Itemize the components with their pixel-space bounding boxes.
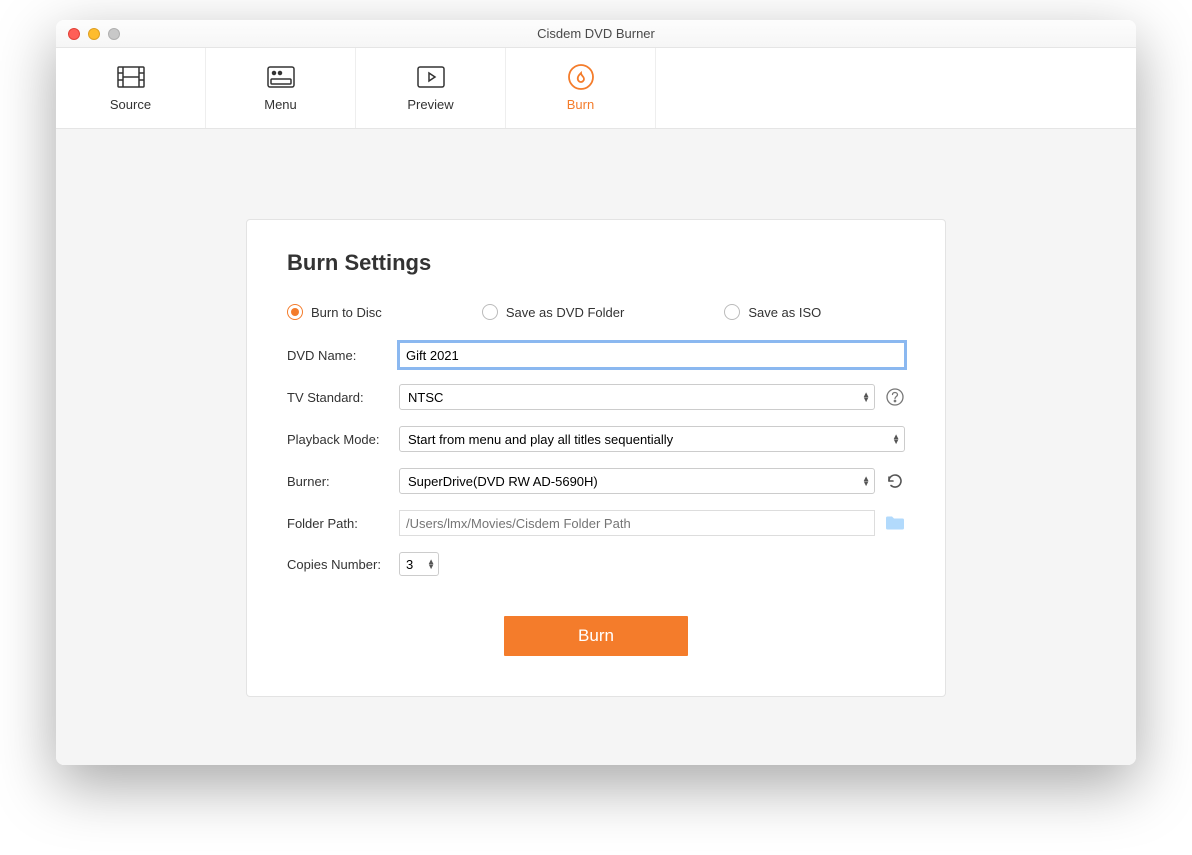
radio-label: Save as DVD Folder (506, 305, 625, 320)
stepper-arrows-icon: ▲▼ (427, 559, 435, 569)
radio-save-iso[interactable]: Save as ISO (724, 304, 821, 320)
panel-title: Burn Settings (287, 250, 905, 276)
menu-icon (266, 65, 296, 89)
window-title: Cisdem DVD Burner (56, 26, 1136, 41)
playback-mode-label: Playback Mode: (287, 432, 399, 447)
tab-label: Burn (567, 97, 594, 112)
app-window: Cisdem DVD Burner Source (56, 20, 1136, 765)
select-arrows-icon: ▲▼ (892, 434, 900, 444)
select-arrows-icon: ▲▼ (862, 392, 870, 402)
radio-icon (724, 304, 740, 320)
maximize-button[interactable] (108, 28, 120, 40)
burn-icon (566, 65, 596, 89)
film-icon (116, 65, 146, 89)
playback-mode-select[interactable]: Start from menu and play all titles sequ… (399, 426, 905, 452)
toolbar: Source Menu Preview (56, 48, 1136, 129)
tab-label: Preview (407, 97, 453, 112)
traffic-lights (56, 28, 120, 40)
select-value: SuperDrive(DVD RW AD-5690H) (408, 474, 598, 489)
tab-label: Source (110, 97, 151, 112)
refresh-icon[interactable] (885, 471, 905, 491)
tv-standard-select[interactable]: NTSC ▲▼ (399, 384, 875, 410)
folder-path-label: Folder Path: (287, 516, 399, 531)
radio-icon (482, 304, 498, 320)
radio-icon (287, 304, 303, 320)
burn-button[interactable]: Burn (504, 616, 688, 656)
select-value: Start from menu and play all titles sequ… (408, 432, 673, 447)
burner-select[interactable]: SuperDrive(DVD RW AD-5690H) ▲▼ (399, 468, 875, 494)
radio-save-dvd-folder[interactable]: Save as DVD Folder (482, 304, 625, 320)
select-value: NTSC (408, 390, 443, 405)
radio-burn-to-disc[interactable]: Burn to Disc (287, 304, 382, 320)
radio-label: Burn to Disc (311, 305, 382, 320)
folder-icon[interactable] (885, 513, 905, 533)
folder-path-input (399, 510, 875, 536)
dvd-name-input[interactable] (399, 342, 905, 368)
dvd-name-label: DVD Name: (287, 348, 399, 363)
copies-number-stepper[interactable]: 3 ▲▼ (399, 552, 439, 576)
select-arrows-icon: ▲▼ (862, 476, 870, 486)
burn-settings-panel: Burn Settings Burn to Disc Save as DVD F… (246, 219, 946, 697)
content-area: Burn Settings Burn to Disc Save as DVD F… (56, 129, 1136, 765)
titlebar: Cisdem DVD Burner (56, 20, 1136, 48)
tab-menu[interactable]: Menu (206, 48, 356, 128)
copies-number-label: Copies Number: (287, 557, 399, 572)
help-icon[interactable] (885, 387, 905, 407)
stepper-value: 3 (400, 557, 413, 572)
radio-label: Save as ISO (748, 305, 821, 320)
tv-standard-label: TV Standard: (287, 390, 399, 405)
tab-preview[interactable]: Preview (356, 48, 506, 128)
play-icon (416, 65, 446, 89)
tab-label: Menu (264, 97, 297, 112)
burner-label: Burner: (287, 474, 399, 489)
close-button[interactable] (68, 28, 80, 40)
output-mode-row: Burn to Disc Save as DVD Folder Save as … (287, 304, 905, 320)
tab-burn[interactable]: Burn (506, 48, 656, 128)
tab-source[interactable]: Source (56, 48, 206, 128)
minimize-button[interactable] (88, 28, 100, 40)
